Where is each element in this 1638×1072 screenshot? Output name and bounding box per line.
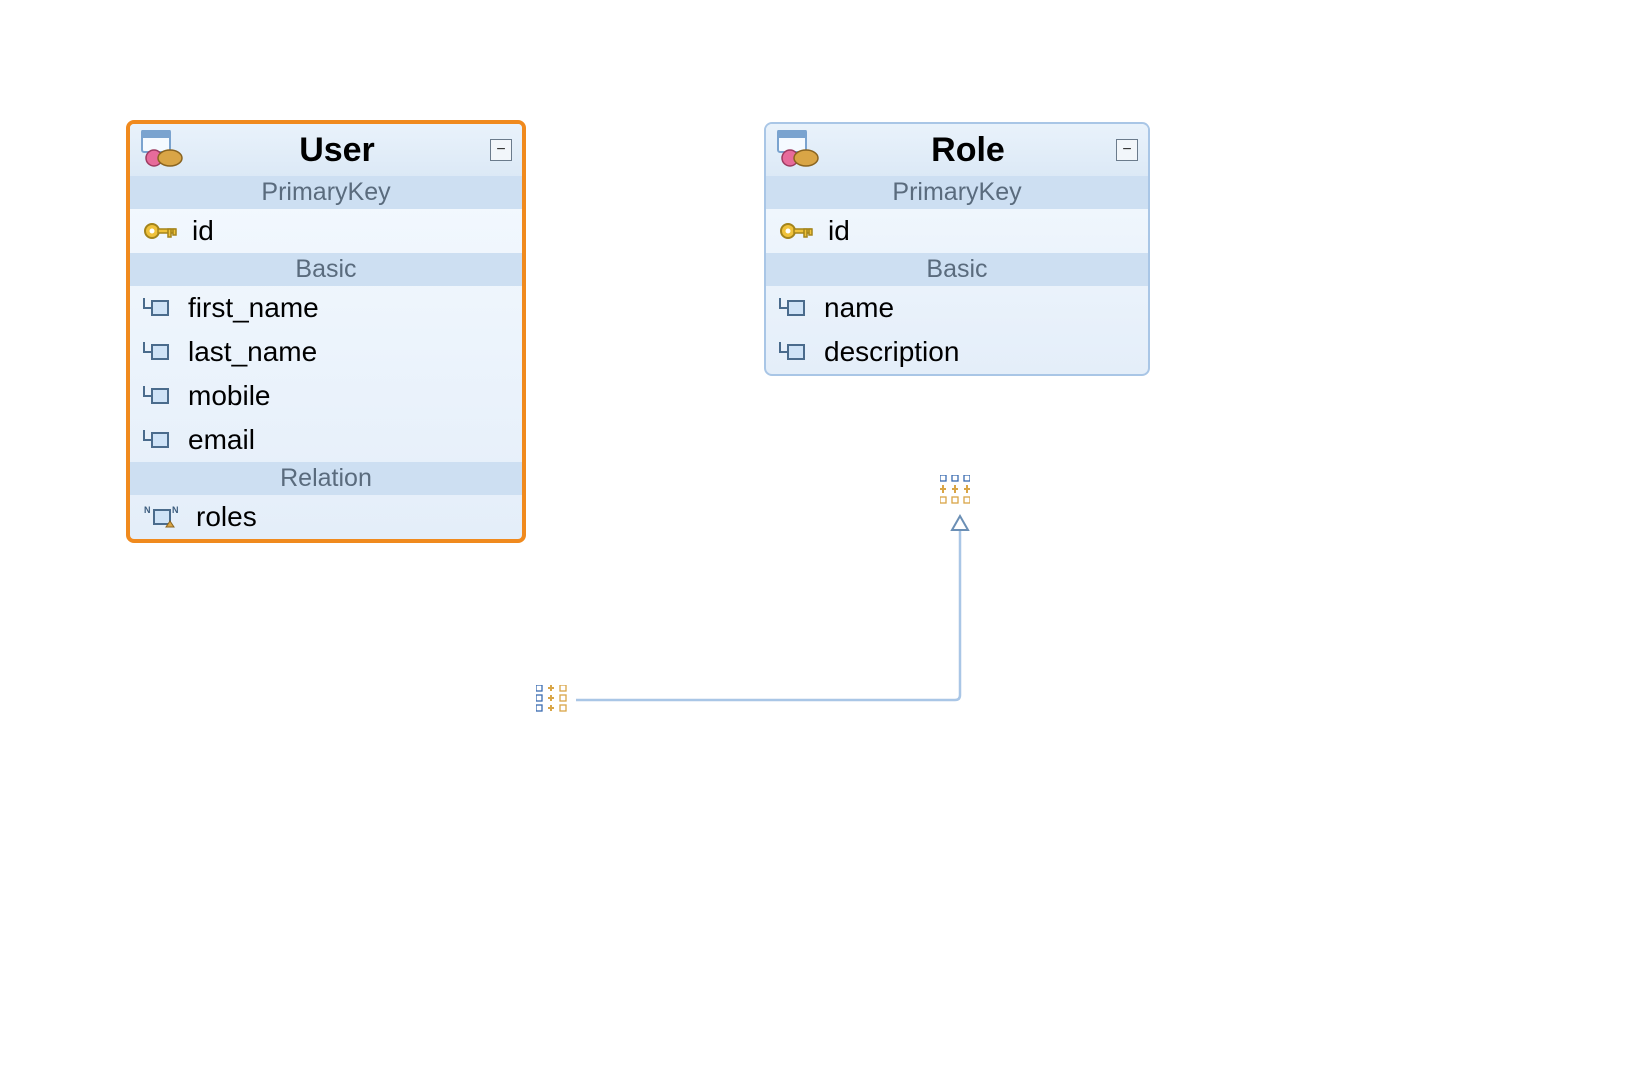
attribute-icon — [142, 338, 174, 366]
field-name: email — [188, 424, 510, 456]
field-name: first_name — [188, 292, 510, 324]
section-label-pk: PrimaryKey — [130, 176, 522, 209]
field-row[interactable]: id — [766, 209, 1148, 253]
entity-class-icon — [140, 130, 184, 170]
field-row[interactable]: first_name — [130, 286, 522, 330]
primary-key-icon — [778, 218, 814, 244]
entity-title: User — [184, 131, 490, 170]
field-name: name — [824, 292, 1136, 324]
attribute-icon — [142, 426, 174, 454]
attribute-icon — [778, 338, 810, 366]
collapse-icon[interactable]: − — [1116, 139, 1138, 161]
attribute-icon — [778, 294, 810, 322]
entity-header[interactable]: User − — [130, 124, 522, 176]
attribute-icon — [142, 294, 174, 322]
cardinality-marker-many — [940, 475, 970, 513]
attribute-icon — [142, 382, 174, 410]
svg-text:N: N — [144, 505, 151, 515]
entity-header[interactable]: Role − — [766, 124, 1148, 176]
section-label-basic: Basic — [130, 253, 522, 286]
field-name: last_name — [188, 336, 510, 368]
collapse-icon[interactable]: − — [490, 139, 512, 161]
field-name: id — [192, 215, 510, 247]
field-row[interactable]: mobile — [130, 374, 522, 418]
field-name: description — [824, 336, 1136, 368]
cardinality-marker-many — [536, 685, 574, 715]
field-row[interactable]: last_name — [130, 330, 522, 374]
svg-text:N: N — [172, 505, 179, 515]
entity-user[interactable]: User − PrimaryKey id Basic first_name la… — [126, 120, 526, 543]
entity-role[interactable]: Role − PrimaryKey id Basic name descript… — [764, 122, 1150, 376]
relation-many-icon: N N — [142, 503, 182, 531]
section-label-basic: Basic — [766, 253, 1148, 286]
field-name: mobile — [188, 380, 510, 412]
entity-title: Role — [820, 131, 1116, 170]
field-row[interactable]: description — [766, 330, 1148, 374]
primary-key-icon — [142, 218, 178, 244]
field-row[interactable]: id — [130, 209, 522, 253]
field-row[interactable]: email — [130, 418, 522, 462]
field-row[interactable]: N N roles — [130, 495, 522, 539]
field-name: roles — [196, 501, 510, 533]
section-label-pk: PrimaryKey — [766, 176, 1148, 209]
entity-class-icon — [776, 130, 820, 170]
field-name: id — [828, 215, 1136, 247]
section-label-relation: Relation — [130, 462, 522, 495]
field-row[interactable]: name — [766, 286, 1148, 330]
